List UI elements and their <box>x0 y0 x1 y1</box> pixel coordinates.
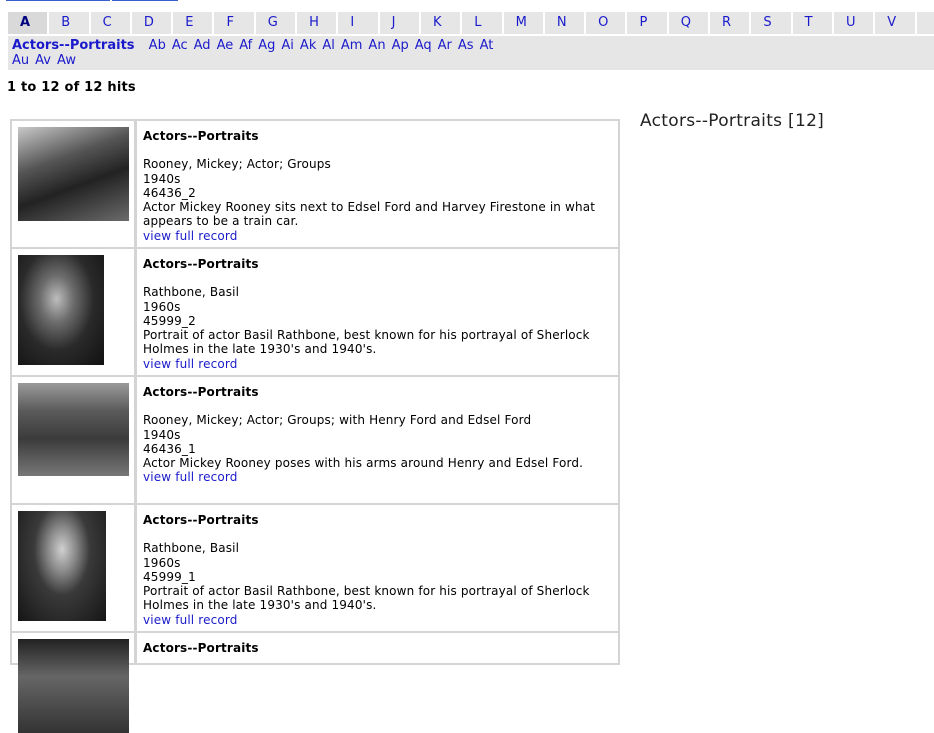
subterm-ac[interactable]: Ac <box>172 38 188 53</box>
facet-heading: Actors--Portraits [12] <box>640 111 825 131</box>
subterm-am[interactable]: Am <box>341 38 363 53</box>
record-title: Actors--Portraits <box>143 257 259 271</box>
results-list: Actors--Portraits Rooney, Mickey; Actor; … <box>10 119 620 733</box>
record-field: 46436_1 <box>143 441 196 456</box>
photo-thumbnail[interactable] <box>18 511 106 621</box>
subterm-ae[interactable]: Ae <box>217 38 234 53</box>
letter-t[interactable]: T <box>793 12 834 34</box>
result-record: Actors--Portraits Rathbone, Basil 1960s 459… <box>12 249 618 375</box>
letter-p[interactable]: P <box>627 12 669 34</box>
record-field: Portrait of actor Basil Rathbone, best k… <box>143 584 590 613</box>
photo-thumbnail[interactable] <box>18 255 104 365</box>
record-field: Portrait of actor Basil Rathbone, best k… <box>143 328 590 357</box>
subterm-ab[interactable]: Ab <box>149 38 166 53</box>
letter-e[interactable]: E <box>173 12 215 34</box>
record-field: 45999_1 <box>143 569 196 584</box>
letter-s[interactable]: S <box>751 12 793 34</box>
record-field: Rooney, Mickey; Actor; Groups; with Henr… <box>143 413 532 428</box>
record-field: Rooney, Mickey; Actor; Groups <box>143 157 331 172</box>
letter-q[interactable]: Q <box>669 12 711 34</box>
result-record: Actors--Portraits Rooney, Mickey; Actor; … <box>12 377 618 503</box>
subterm-au[interactable]: Au <box>12 53 29 68</box>
subterm-ag[interactable]: Ag <box>258 38 275 53</box>
subterm-ap[interactable]: Ap <box>392 38 409 53</box>
photo-thumbnail[interactable] <box>18 639 129 733</box>
record-field: 1960s <box>143 299 181 314</box>
record-text: Actors--Portraits Rathbone, Basil 1960s 459… <box>137 505 618 631</box>
letter-j[interactable]: J <box>380 12 421 34</box>
subterm-ak[interactable]: Ak <box>300 38 316 53</box>
record-text: Actors--Portraits Rooney, Mickey; Actor; … <box>137 121 618 247</box>
alphabet-bar: ABCDEFGHIJKLMNOPQRSTUV <box>8 12 934 34</box>
letter-d[interactable]: D <box>132 12 174 34</box>
thumbnail-cell <box>12 633 134 733</box>
letter-l[interactable]: L <box>462 12 504 34</box>
letter-h[interactable]: H <box>297 12 339 34</box>
letter-a[interactable]: A <box>8 12 50 34</box>
subterm-ad[interactable]: Ad <box>194 38 211 53</box>
view-full-record-link[interactable]: view full record <box>143 470 612 484</box>
thumbnail-cell <box>12 505 134 631</box>
photo-thumbnail[interactable] <box>18 383 129 476</box>
letter-m[interactable]: M <box>504 12 545 34</box>
thumbnail-cell <box>12 121 134 247</box>
view-full-record-link[interactable]: view full record <box>143 357 612 371</box>
letter-k[interactable]: K <box>421 12 463 34</box>
result-record: Actors--Portraits Rathbone, Basil 1960s 459… <box>12 505 618 631</box>
subterm-bar: Actors--Portraits Ab Ac Ad Ae Af Ag Ai Ak Al Am An… <box>8 36 934 70</box>
thumbnail-cell <box>12 377 134 503</box>
record-title: Actors--Portraits <box>143 385 259 399</box>
letter-f[interactable]: F <box>214 12 256 34</box>
photo-thumbnail[interactable] <box>18 127 129 221</box>
record-field: 1940s <box>143 427 181 442</box>
subterm-at[interactable]: At <box>480 38 494 53</box>
record-field: 1940s <box>143 171 181 186</box>
record-title: Actors--Portraits <box>143 513 259 527</box>
record-field: 45999_2 <box>143 313 196 328</box>
letter-g[interactable]: G <box>256 12 298 34</box>
subterm-an[interactable]: An <box>368 38 385 53</box>
hit-count: 1 to 12 of 12 hits <box>7 80 136 95</box>
subterm-as[interactable]: As <box>458 38 474 53</box>
record-title: Actors--Portraits <box>143 129 259 143</box>
subterm-al[interactable]: Al <box>322 38 335 53</box>
result-record: Actors--Portraits Rooney, Mickey; Actor; … <box>12 121 618 247</box>
letter-o[interactable]: O <box>586 12 628 34</box>
record-text: Actors--Portraits Rooney, Mickey; Actor; … <box>137 377 618 503</box>
record-field: 1960s <box>143 555 181 570</box>
subterm-aq[interactable]: Aq <box>415 38 432 53</box>
thumbnail-cell <box>12 249 134 375</box>
record-text: Actors--Portraits <box>137 633 618 663</box>
view-full-record-link[interactable]: view full record <box>143 229 612 243</box>
record-title: Actors--Portraits <box>143 641 259 655</box>
top-link-strip <box>0 0 934 4</box>
record-field: Actor Mickey Rooney poses with his arms … <box>143 456 584 471</box>
letter-c[interactable]: C <box>91 12 132 34</box>
result-record: Actors--Portraits <box>12 633 618 733</box>
current-term-link[interactable]: Actors--Portraits <box>12 38 135 53</box>
letter-v[interactable]: V <box>875 12 917 34</box>
letter-b[interactable]: B <box>49 12 91 34</box>
subterm-ar[interactable]: Ar <box>438 38 452 53</box>
record-field: Actor Mickey Rooney sits next to Edsel F… <box>143 200 596 229</box>
subterm-ai[interactable]: Ai <box>281 38 294 53</box>
subterm-av[interactable]: Av <box>35 53 51 68</box>
record-field: Rathbone, Basil <box>143 285 240 300</box>
subterm-af[interactable]: Af <box>239 38 252 53</box>
letter-n[interactable]: N <box>545 12 587 34</box>
view-full-record-link[interactable]: view full record <box>143 613 612 627</box>
subterm-aw[interactable]: Aw <box>57 53 76 68</box>
letter-r[interactable]: R <box>710 12 752 34</box>
letter-i[interactable]: I <box>338 12 380 34</box>
record-field: 46436_2 <box>143 185 196 200</box>
letter-u[interactable]: U <box>834 12 876 34</box>
record-field: Rathbone, Basil <box>143 541 240 556</box>
record-text: Actors--Portraits Rathbone, Basil 1960s 459… <box>137 249 618 375</box>
